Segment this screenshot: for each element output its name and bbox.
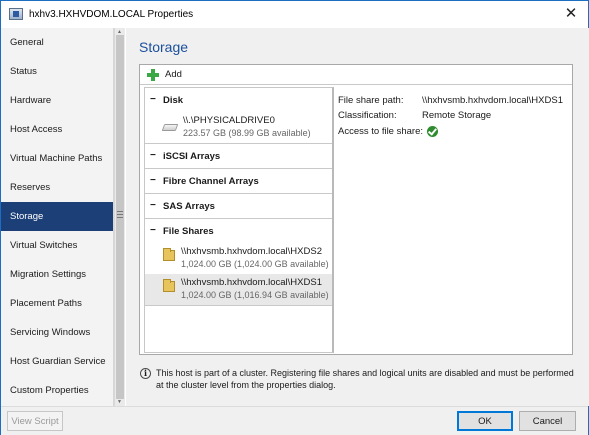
sidebar-item-hardware[interactable]: Hardware — [1, 86, 113, 115]
vm-host-icon — [9, 8, 23, 20]
collapse-icon[interactable]: − — [150, 176, 158, 186]
item-text: \\.\PHYSICALDRIVE0 223.57 GB (98.99 GB av… — [183, 115, 311, 139]
file-share-icon — [163, 279, 175, 292]
sidebar-nav: General Status Hardware Host Access Virtual … — [1, 28, 114, 406]
item-capacity: 223.57 GB (98.99 GB available) — [183, 128, 311, 138]
file-share-path-row: File share path: \\hxhvsmb.hxhvdom.local… — [338, 93, 563, 107]
item-capacity: 1,024.00 GB (1,024.00 GB available) — [181, 259, 329, 269]
storage-group: − File Shares \\hxhvsmb.hxhvdom.local\HXDS… — [145, 219, 332, 306]
group-header[interactable]: − SAS Arrays — [145, 194, 332, 218]
item-name: \\hxhvsmb.hxhvdom.local\HXDS2 — [181, 246, 322, 257]
storage-group: − Fibre Channel Arrays — [145, 169, 332, 194]
item-name: \\hxhvsmb.hxhvdom.local\HXDS1 — [181, 277, 322, 288]
group-header[interactable]: − File Shares — [145, 219, 332, 243]
toolbar: Add — [140, 65, 572, 85]
check-icon — [427, 125, 439, 137]
group-header[interactable]: − iSCSI Arrays — [145, 144, 332, 168]
collapse-icon[interactable]: − — [150, 226, 158, 236]
title-bar: hxhv3.HXHVDOM.LOCAL Properties ✕ — [1, 1, 588, 27]
group-label: Disk — [163, 94, 184, 106]
storage-group: − Disk \\.\PHYSICALDRIVE0 223.57 GB (98.99 … — [145, 88, 332, 144]
drive-icon — [161, 124, 179, 131]
item-capacity: 1,024.00 GB (1,016.94 GB available) — [181, 290, 329, 300]
sidebar-item-custom-properties[interactable]: Custom Properties — [1, 376, 113, 405]
sidebar-item-storage[interactable]: Storage — [1, 202, 113, 231]
dialog-footer: View Script OK Cancel — [1, 406, 588, 435]
group-label: SAS Arrays — [163, 200, 215, 212]
sidebar-item-placement-paths[interactable]: Placement Paths — [1, 289, 113, 318]
group-label: iSCSI Arrays — [163, 150, 221, 162]
item-text: \\hxhvsmb.hxhvdom.local\HXDS1 1,024.00 GB… — [181, 277, 329, 301]
classification-row: Classification: Remote Storage — [338, 108, 491, 122]
sidebar-item-status[interactable]: Status — [1, 57, 113, 86]
close-button[interactable]: ✕ — [554, 1, 588, 25]
collapse-icon[interactable]: − — [150, 95, 158, 105]
group-header[interactable]: − Disk — [145, 88, 332, 112]
file-share-path-value: \\hxhvsmb.hxhvdom.local\HXDS1 — [422, 94, 563, 106]
group-label: Fibre Channel Arrays — [163, 175, 259, 187]
sidebar-item-virtual-switches[interactable]: Virtual Switches — [1, 231, 113, 260]
access-label: Access to file share: — [338, 125, 424, 137]
storage-group: − SAS Arrays — [145, 194, 332, 219]
sidebar-item-migration-settings[interactable]: Migration Settings — [1, 260, 113, 289]
window-title: hxhv3.HXHVDOM.LOCAL Properties — [29, 8, 194, 20]
scroll-down-icon[interactable]: ▼ — [117, 399, 122, 405]
ok-button[interactable]: OK — [457, 411, 513, 431]
collapse-icon[interactable]: − — [150, 151, 158, 161]
group-header[interactable]: − Fibre Channel Arrays — [145, 169, 332, 193]
sidebar-item-virtual-machine-paths[interactable]: Virtual Machine Paths — [1, 144, 113, 173]
info-icon: i — [140, 368, 151, 379]
file-share-icon — [163, 248, 175, 261]
sidebar-item-host-guardian-service[interactable]: Host Guardian Service — [1, 347, 113, 376]
add-label: Add — [165, 69, 182, 80]
properties-window: hxhv3.HXHVDOM.LOCAL Properties ✕ General… — [0, 0, 589, 435]
file-share-path-label: File share path: — [338, 94, 404, 106]
cancel-button[interactable]: Cancel — [519, 411, 576, 431]
sidebar-item-reserves[interactable]: Reserves — [1, 173, 113, 202]
collapse-icon[interactable]: − — [150, 201, 158, 211]
classification-label: Classification: — [338, 109, 397, 121]
add-button[interactable]: Add — [144, 66, 185, 84]
storage-tree: − Disk \\.\PHYSICALDRIVE0 223.57 GB (98.99 … — [144, 87, 334, 353]
list-item[interactable]: \\hxhvsmb.hxhvdom.local\HXDS2 1,024.00 GB… — [145, 243, 332, 274]
page-title: Storage — [139, 39, 189, 55]
grip-icon — [117, 211, 123, 218]
item-name: \\.\PHYSICALDRIVE0 — [183, 115, 275, 126]
list-item[interactable]: \\hxhvsmb.hxhvdom.local\HXDS1 1,024.00 GB… — [145, 274, 332, 305]
sidebar-item-servicing-windows[interactable]: Servicing Windows — [1, 318, 113, 347]
classification-value: Remote Storage — [422, 109, 492, 121]
sidebar-item-general[interactable]: General — [1, 28, 113, 57]
group-label: File Shares — [163, 225, 214, 237]
storage-group: − iSCSI Arrays — [145, 144, 332, 169]
sidebar-scrollbar[interactable]: ▲ ▼ — [114, 28, 125, 406]
list-item[interactable]: \\.\PHYSICALDRIVE0 223.57 GB (98.99 GB av… — [145, 112, 332, 143]
item-text: \\hxhvsmb.hxhvdom.local\HXDS2 1,024.00 GB… — [181, 246, 329, 270]
info-text: This host is part of a cluster. Register… — [156, 368, 574, 390]
plus-icon — [147, 68, 159, 81]
info-message: i This host is part of a cluster. Regist… — [140, 367, 580, 391]
storage-panel: Add − Disk \\.\PHYSICALDRIVE0 223.57 GB (98… — [139, 64, 573, 355]
sidebar-item-host-access[interactable]: Host Access — [1, 115, 113, 144]
access-row: Access to file share: — [338, 124, 439, 138]
view-script-button[interactable]: View Script — [7, 411, 63, 431]
